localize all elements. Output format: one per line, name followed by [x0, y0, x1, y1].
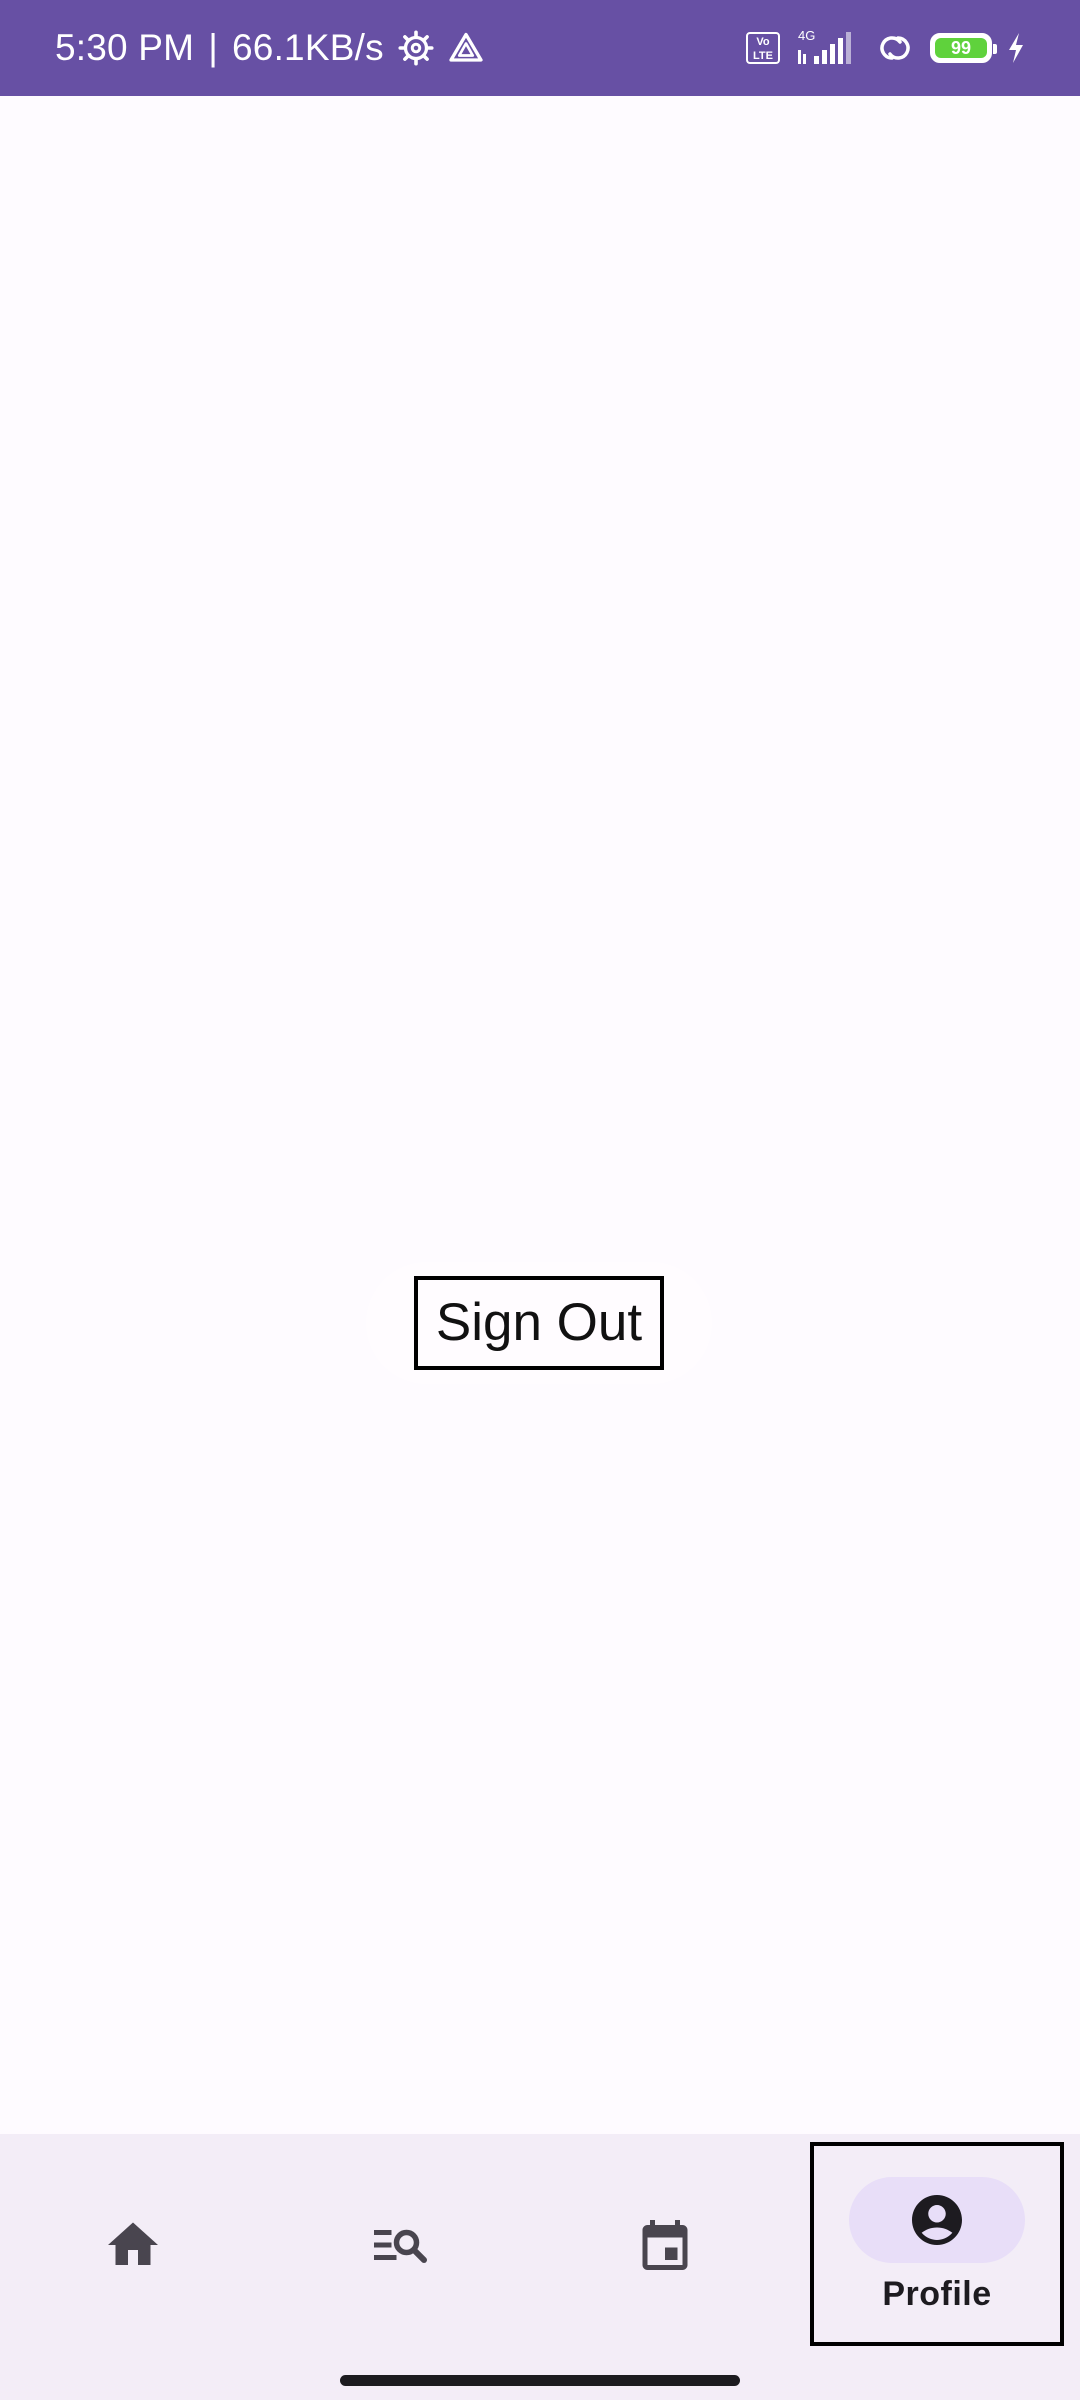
- network-speed: 66.1KB/s: [232, 27, 384, 68]
- status-bar: 5:30 PM | 66.1KB/s Vo LTE 4G 99: [0, 0, 1080, 96]
- home-icon: [103, 2215, 163, 2275]
- nav-item-profile[interactable]: Profile: [810, 2142, 1064, 2346]
- charging-bolt-icon: [1006, 31, 1026, 65]
- nav-label-profile: Profile: [882, 2274, 992, 2313]
- volte-icon: Vo LTE: [746, 32, 780, 64]
- nav-item-calendar[interactable]: [532, 2134, 798, 2356]
- settings-cog-icon: [398, 30, 434, 66]
- account-circle-icon: [907, 2190, 967, 2250]
- sign-out-button[interactable]: Sign Out: [413, 1276, 665, 1370]
- status-left: 5:30 PM | 66.1KB/s: [55, 27, 484, 69]
- status-time: 5:30 PM: [55, 27, 195, 68]
- battery-tip: [993, 44, 997, 54]
- profile-screen: Sign Out: [0, 96, 1080, 2134]
- nav-item-search[interactable]: [266, 2134, 532, 2356]
- link-icon: [874, 30, 916, 66]
- signal-icon: 4G: [794, 28, 860, 68]
- drive-triangle-icon: [448, 30, 484, 66]
- status-right: Vo LTE 4G 99: [746, 28, 1026, 68]
- gesture-bar: [0, 2356, 1080, 2400]
- network-type-label: 4G: [798, 28, 815, 43]
- list-search-icon: [369, 2215, 429, 2275]
- sign-out-container: Sign Out: [366, 1262, 712, 1384]
- battery-icon: 99: [930, 33, 997, 63]
- nav-item-home[interactable]: [0, 2134, 266, 2356]
- battery-level: 99: [935, 38, 987, 58]
- active-indicator: [849, 2176, 1025, 2263]
- calendar-icon: [635, 2215, 695, 2275]
- home-gesture-handle[interactable]: [340, 2375, 740, 2386]
- status-separator: |: [208, 27, 219, 68]
- bottom-navigation: Profile: [0, 2134, 1080, 2356]
